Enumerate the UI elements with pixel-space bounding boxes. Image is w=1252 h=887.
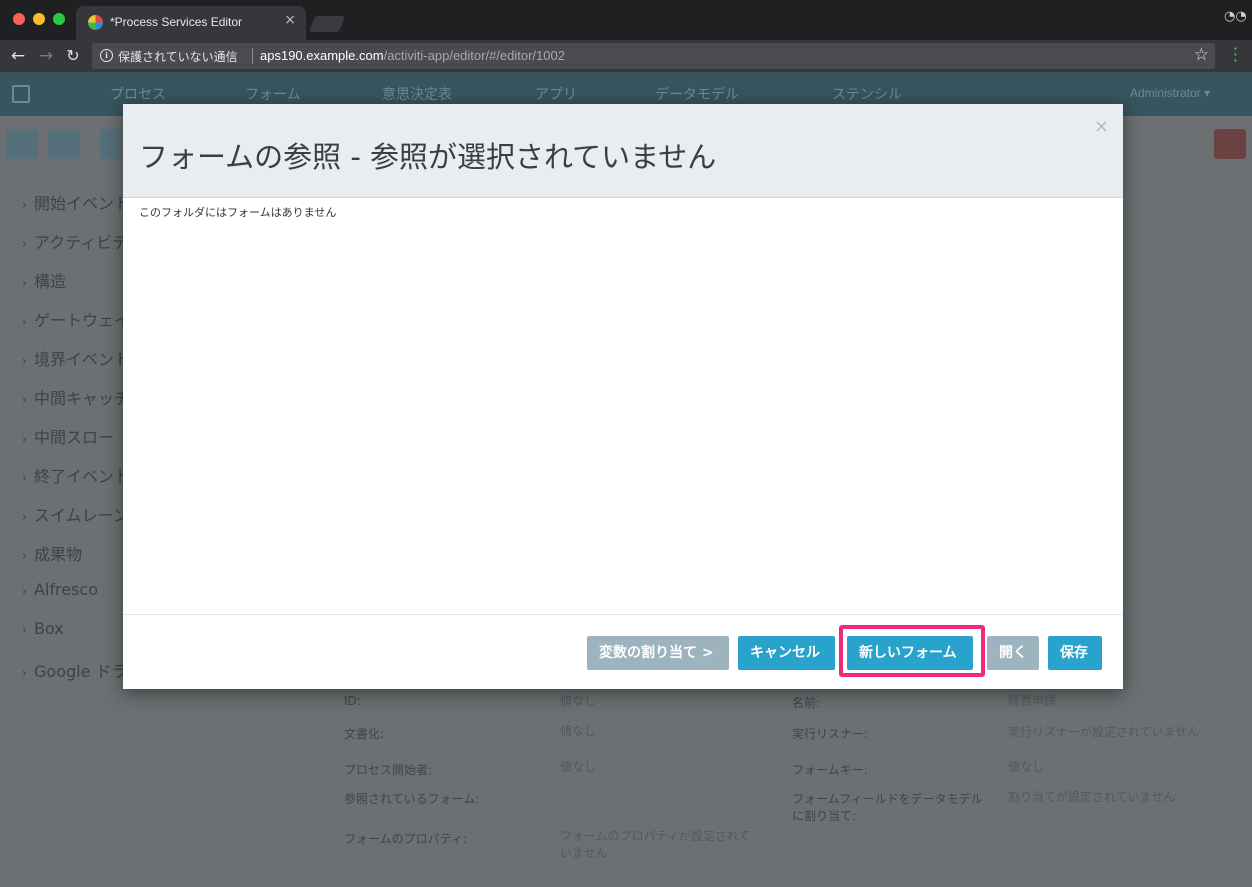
- url-text: aps190.example.com/activiti-app/editor/#…: [260, 48, 565, 63]
- palette-group: › Alfresco: [22, 580, 99, 599]
- nav-item-decision-tables: 意思決定表: [382, 87, 452, 103]
- palette-group: › 中間スロー: [22, 428, 115, 447]
- prop-formkey-value: 値なし: [1008, 760, 1045, 774]
- nav-item-forms: フォーム: [245, 87, 301, 103]
- prop-initiator-value: 値なし: [560, 760, 597, 774]
- prop-id-value: 値なし: [560, 694, 597, 708]
- palette-group: › 成果物: [22, 545, 83, 564]
- prop-listener-value: 実行リスナーが設定されていません: [1008, 725, 1200, 739]
- palette-group: › 終了イベント: [22, 467, 131, 486]
- url-path: /activiti-app/editor/#/editor/1002: [383, 48, 565, 63]
- prop-doc-value: 値なし: [560, 724, 597, 738]
- palette-group: › スイムレーン: [22, 506, 129, 525]
- security-label: 保護されていない通信: [118, 50, 238, 64]
- palette-group: › Box: [22, 619, 64, 638]
- save-button[interactable]: 保存: [1048, 636, 1102, 670]
- new-tab-button[interactable]: [309, 16, 345, 32]
- prop-fieldmap-label: フォームフィールドをデータモデルに割り当て:: [792, 792, 983, 823]
- dialog-close-icon[interactable]: ×: [1094, 116, 1109, 137]
- prop-formkey-label: フォームキー:: [792, 763, 868, 777]
- dialog-header: フォームの参照 - 参照が選択されていません ×: [123, 104, 1123, 198]
- palette-group: › 構造: [22, 272, 67, 291]
- prop-id-label: ID:: [344, 694, 361, 708]
- palette-group: › 境界イベント: [22, 350, 131, 369]
- nav-item-process: プロセス: [110, 87, 166, 103]
- save-model-icon: [6, 129, 38, 159]
- browser-menu-icon[interactable]: · · ·: [1233, 41, 1238, 69]
- prop-name-value: 経費申請: [1008, 694, 1057, 708]
- prop-name-label: 名前:: [792, 696, 821, 710]
- tab-close-icon[interactable]: ×: [284, 12, 296, 28]
- copy-icon: [100, 129, 122, 159]
- palette-group: › 中間キャッチ: [22, 389, 131, 408]
- browser-titlebar: *Process Services Editor × ◔◔: [0, 0, 1252, 40]
- bookmark-star-icon[interactable]: ☆: [1194, 45, 1209, 65]
- open-button[interactable]: 開く: [987, 636, 1039, 670]
- nav-item-data-models: データモデル: [655, 87, 739, 103]
- forward-arrow-icon[interactable]: →: [36, 45, 56, 67]
- reload-icon[interactable]: ↻: [63, 45, 83, 67]
- form-reference-dialog: フォームの参照 - 参照が選択されていません × このフォルダにはフォームはあり…: [123, 104, 1123, 689]
- close-window-button[interactable]: [13, 13, 25, 25]
- new-form-highlight: [839, 625, 985, 677]
- address-divider: [252, 48, 253, 64]
- nav-item-stencils: ステンシル: [832, 87, 902, 103]
- close-editor-icon: [1214, 129, 1246, 159]
- cancel-button[interactable]: キャンセル: [738, 636, 835, 670]
- dialog-body: このフォルダにはフォームはありません: [123, 198, 1123, 614]
- assign-variables-button[interactable]: 変数の割り当て >: [587, 636, 729, 670]
- address-bar[interactable]: i 保護されていない通信 aps190.example.com/activiti…: [92, 43, 1215, 69]
- dialog-title: フォームの参照 - 参照が選択されていません: [139, 140, 717, 174]
- back-arrow-icon[interactable]: ←: [8, 45, 28, 67]
- palette-group: › ゲートウェイ: [22, 311, 131, 330]
- minimize-window-button[interactable]: [33, 13, 45, 25]
- maximize-window-button[interactable]: [53, 13, 65, 25]
- prop-initiator-label: プロセス開始者:: [344, 763, 433, 777]
- prop-fieldmap-value: 割り当てが設定されていません: [1008, 790, 1176, 804]
- tab-title: *Process Services Editor: [110, 15, 243, 29]
- user-menu: Administrator ▾: [1129, 86, 1210, 100]
- incognito-icon: ◔◔: [1224, 9, 1247, 24]
- prop-listener-label: 実行リスナー:: [792, 727, 869, 741]
- prop-formprops-label: フォームのプロパティ:: [344, 832, 467, 846]
- favicon-icon: [88, 15, 103, 30]
- empty-folder-message: このフォルダにはフォームはありません: [139, 206, 337, 219]
- prop-refform-label: 参照されているフォーム:: [344, 792, 480, 806]
- url-host: aps190.example.com: [260, 48, 384, 63]
- validate-icon: [48, 129, 80, 159]
- browser-tab[interactable]: *Process Services Editor ×: [76, 6, 306, 40]
- browser-toolbar: ← → ↻ i 保護されていない通信 aps190.example.com/ac…: [0, 40, 1252, 72]
- prop-formprops-value: フォームのプロパティが設定されていません: [560, 829, 751, 860]
- info-icon[interactable]: i: [100, 49, 113, 62]
- prop-doc-label: 文書化:: [344, 727, 385, 741]
- palette-group: › 開始イベント: [22, 194, 131, 213]
- app-logo-icon: [12, 85, 30, 103]
- nav-item-apps: アプリ: [535, 87, 577, 103]
